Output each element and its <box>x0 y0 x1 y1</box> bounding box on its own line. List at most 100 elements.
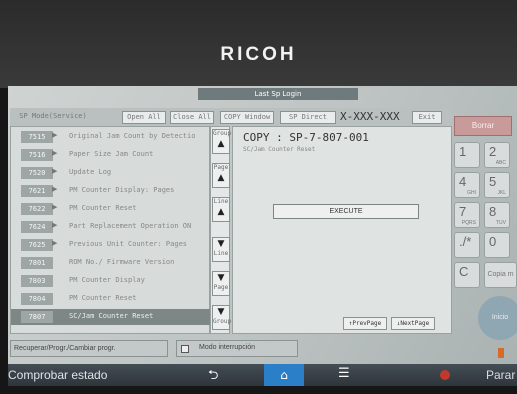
key-5[interactable]: 5 JKL <box>484 172 510 198</box>
sp-direct-button[interactable]: SP Direct <box>280 111 336 124</box>
key-digit: 2 <box>489 144 497 159</box>
down-arrow-icon: ▼ <box>217 239 225 249</box>
list-item[interactable]: 7801 ROM No./ Firmware Version <box>11 255 211 271</box>
system-bar: Comprobar estado ⮌ ⌂ ☰ Parar <box>8 364 517 386</box>
expand-arrow-icon: ▶ <box>52 131 58 139</box>
nav-label: Page <box>213 284 229 291</box>
stop-icon[interactable] <box>440 370 450 380</box>
key-dot-star[interactable]: ./* <box>454 232 480 258</box>
touch-screen: Last Sp Login SP Mode(Service) Open All … <box>8 86 517 386</box>
key-2[interactable]: 2 ABC <box>484 142 510 168</box>
expand-arrow-icon: ▶ <box>52 185 58 193</box>
close-all-button[interactable]: Close All <box>170 111 214 124</box>
expand-arrow-icon: ▶ <box>52 239 58 247</box>
checkbox-icon <box>181 345 189 353</box>
line-down-button[interactable]: ▼ Line <box>212 237 230 262</box>
key-letters: ABC <box>495 160 506 166</box>
sp-description: Paper Size Jam Count <box>69 150 154 158</box>
list-item[interactable]: 7516 ▶ Paper Size Jam Count <box>11 147 211 163</box>
list-item[interactable]: 7803 PM Counter Display <box>11 273 211 289</box>
key-0[interactable]: 0 <box>484 232 510 258</box>
sp-code-subtitle: SC/Jam Counter Reset <box>243 146 316 153</box>
sp-number: 7807 <box>21 311 53 323</box>
group-up-button[interactable]: Group ▲ <box>212 129 232 154</box>
menu-icon[interactable]: ☰ <box>338 366 350 381</box>
detail-panel: COPY : SP-7-807-001 SC/Jam Counter Reset… <box>232 126 452 334</box>
sp-list: 7515 ▶ Original Jam Count by Detectio 7516… <box>10 126 211 334</box>
line-up-button[interactable]: Line ▲ <box>212 197 230 222</box>
key-digit: 0 <box>489 234 497 249</box>
sp-code-title: COPY : SP-7-807-001 <box>243 131 369 144</box>
home-icon[interactable]: ⌂ <box>264 364 304 386</box>
brand-logo: RICOH <box>220 44 297 65</box>
key-digit: 5 <box>489 174 497 189</box>
list-item[interactable]: 7515 ▶ Original Jam Count by Detectio <box>11 129 211 145</box>
list-item[interactable]: 7624 ▶ Part Replacement Operation ON <box>11 219 211 235</box>
prev-page-button[interactable]: ↑PrevPage <box>343 317 387 330</box>
start-indicator-light <box>498 348 504 358</box>
sp-description: PM Counter Display <box>69 276 145 284</box>
sp-number: 7801 <box>21 257 53 269</box>
clear-button[interactable]: Borrar <box>454 116 512 136</box>
up-arrow-icon: ▲ <box>217 207 225 217</box>
up-arrow-icon: ▲ <box>217 173 225 183</box>
key-clear-c[interactable]: C <box>454 262 480 288</box>
key-digit: ./* <box>459 234 472 249</box>
list-item[interactable]: 7804 PM Counter Reset <box>11 291 211 307</box>
back-arrow-icon[interactable]: ⮌ <box>208 366 218 388</box>
copies-button[interactable]: Copia m <box>484 262 517 288</box>
interrupt-mode-toggle[interactable]: Modo interrupción <box>176 340 298 357</box>
sp-code-display: X-XXX-XXX <box>340 110 400 123</box>
next-page-button[interactable]: ↓NextPage <box>391 317 435 330</box>
key-4[interactable]: 4 GHI <box>454 172 480 198</box>
nav-label: Line <box>213 198 229 205</box>
key-1[interactable]: 1 <box>454 142 480 168</box>
sp-description: Part Replacement Operation ON <box>69 222 192 230</box>
sp-description: Update Log <box>69 168 112 176</box>
check-status-button[interactable]: Comprobar estado <box>8 368 107 382</box>
key-digit: 4 <box>459 174 467 189</box>
nav-label: Group <box>213 130 232 137</box>
page-up-button[interactable]: Page ▲ <box>212 163 230 188</box>
device-frame: RICOH Last Sp Login SP Mode(Service) Ope… <box>0 0 517 394</box>
list-item[interactable]: 7625 ▶ Previous Unit Counter: Pages <box>11 237 211 253</box>
execute-button[interactable]: EXECUTE <box>273 204 419 219</box>
sp-number: 7515 <box>21 131 53 143</box>
expand-arrow-icon: ▶ <box>52 149 58 157</box>
sp-description: SC/Jam Counter Reset <box>69 312 154 320</box>
down-arrow-icon: ▼ <box>217 307 225 317</box>
key-digit: C <box>459 264 469 279</box>
sp-description: PM Counter Reset <box>69 204 137 212</box>
open-all-button[interactable]: Open All <box>122 111 166 124</box>
key-digit: 1 <box>459 144 467 159</box>
copy-window-button[interactable]: COPY Window <box>220 111 274 124</box>
start-button[interactable]: Inicio <box>478 296 517 340</box>
key-letters: PQRS <box>461 220 476 226</box>
sp-mode-title-bar: SP Mode(Service) Open All Close All COPY… <box>10 108 452 126</box>
list-item[interactable]: 7621 ▶ PM Counter Display: Pages <box>11 183 211 199</box>
sp-number: 7804 <box>21 293 53 305</box>
last-sp-login-button[interactable]: Last Sp Login <box>198 88 358 100</box>
sp-description: PM Counter Reset <box>69 294 137 302</box>
key-7[interactable]: 7 PQRS <box>454 202 480 228</box>
recall-program-button[interactable]: Recuperar/Progr./Cambiar progr. <box>10 340 168 357</box>
exit-button[interactable]: Exit <box>412 111 442 124</box>
expand-arrow-icon: ▶ <box>52 167 58 175</box>
list-item-selected[interactable]: 7807 SC/Jam Counter Reset <box>11 309 211 325</box>
group-down-button[interactable]: ▼ Group <box>212 305 232 330</box>
page-down-button[interactable]: ▼ Page <box>212 271 230 296</box>
sp-number: 7621 <box>21 185 53 197</box>
list-item[interactable]: 7622 ▶ PM Counter Reset <box>11 201 211 217</box>
key-letters: GHI <box>467 190 476 196</box>
key-digit: 7 <box>459 204 467 219</box>
sp-description: PM Counter Display: Pages <box>69 186 175 194</box>
key-8[interactable]: 8 TUV <box>484 202 510 228</box>
list-item[interactable]: 7520 ▶ Update Log <box>11 165 211 181</box>
sp-description: Previous Unit Counter: Pages <box>69 240 188 248</box>
nav-label: Group <box>213 318 232 325</box>
stop-button[interactable]: Parar <box>486 368 515 382</box>
bottom-options-bar: Recuperar/Progr./Cambiar progr. Modo int… <box>10 340 310 358</box>
sp-number: 7625 <box>21 239 53 251</box>
device-bezel: RICOH <box>0 0 517 88</box>
sp-number: 7622 <box>21 203 53 215</box>
